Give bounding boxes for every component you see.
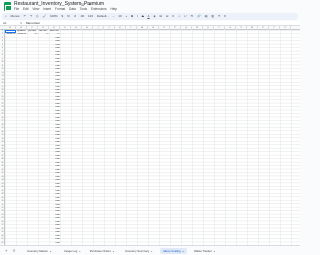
- toolbar: ⌕ Menus ↶ ↷ ⎙ 🖌 100% $ % .0 .00 123 Defa…: [2, 13, 298, 20]
- menu-file[interactable]: File: [14, 7, 19, 11]
- add-sheet-button[interactable]: +: [5, 248, 7, 253]
- selected-cell: [5, 30, 16, 34]
- align-icon[interactable]: ≡: [172, 14, 174, 18]
- move-icon[interactable]: ▭: [81, 1, 86, 6]
- print-icon[interactable]: ⎙: [36, 14, 38, 18]
- sheet-tabs-bar: + ≡ Inventory Master ▾ Usage Log ▾ Purchase …: [0, 245, 300, 255]
- tab-inventory-master[interactable]: Inventory Master ▾: [24, 248, 54, 254]
- zoom-select[interactable]: 100%: [50, 14, 58, 18]
- functions-icon[interactable]: Σ: [224, 14, 226, 18]
- tab-menu-chevron-down-icon[interactable]: ▾: [214, 251, 215, 253]
- italic-button[interactable]: I: [137, 14, 138, 18]
- currency-format-button[interactable]: $: [62, 14, 64, 18]
- comment-icon[interactable]: ▤: [205, 14, 208, 18]
- tab-waste-tracker[interactable]: Waste Tracker ▾: [191, 248, 218, 254]
- table-cell[interactable]: 12: [39, 33, 48, 36]
- tab-menu-chevron-down-icon[interactable]: ▾: [79, 251, 80, 253]
- title-icons: ☆ ▭ ☁: [74, 1, 93, 6]
- star-icon[interactable]: ☆: [74, 1, 79, 6]
- borders-icon[interactable]: ⊞: [159, 14, 162, 18]
- chart-icon[interactable]: ▥: [211, 14, 214, 18]
- valign-icon[interactable]: ⊥: [178, 14, 181, 18]
- font-select[interactable]: Default...: [97, 14, 109, 18]
- strikethrough-button[interactable]: S: [142, 14, 144, 18]
- bold-button[interactable]: B: [131, 14, 133, 18]
- paint-format-icon[interactable]: 🖌: [42, 14, 46, 18]
- filter-icon[interactable]: ⏷: [218, 14, 220, 18]
- menu-data[interactable]: Data: [69, 7, 76, 11]
- tab-inventory-summary[interactable]: Inventory Summary ▾: [122, 248, 155, 254]
- undo-icon[interactable]: ↶: [23, 14, 26, 18]
- increase-decimal-button[interactable]: .00: [80, 14, 84, 18]
- tab-menu-chevron-down-icon[interactable]: ▾: [151, 251, 152, 253]
- menu-tools[interactable]: Tools: [80, 7, 87, 11]
- decrease-decimal-button[interactable]: .0: [74, 14, 77, 18]
- table-cell[interactable]: 0.2: [28, 33, 38, 36]
- menus-button[interactable]: Menus: [11, 14, 20, 18]
- fill-color-icon[interactable]: ◈: [153, 14, 155, 18]
- all-sheets-button[interactable]: ≡: [13, 248, 15, 253]
- font-size-increase-button[interactable]: +: [125, 14, 127, 18]
- percent-format-button[interactable]: %: [67, 14, 70, 18]
- tab-purchase-orders[interactable]: Purchase Orders ▾: [87, 248, 117, 254]
- merge-cells-icon[interactable]: ⊟: [166, 14, 169, 18]
- menu-view[interactable]: View: [32, 7, 39, 11]
- more-formats-button[interactable]: 123: [88, 14, 93, 18]
- menu-edit[interactable]: Edit: [23, 7, 29, 11]
- search-icon[interactable]: ⌕: [5, 14, 7, 18]
- font-size-input[interactable]: 10: [118, 14, 121, 18]
- cells-area[interactable]: Menu Item Ingredient Qty Used Unit Cost Tota…: [5, 30, 300, 245]
- tab-menu-chevron-down-icon[interactable]: ▾: [113, 251, 114, 253]
- menu-insert[interactable]: Insert: [43, 7, 51, 11]
- menu-help[interactable]: Help: [110, 7, 117, 11]
- title-bar: Restaurant_Inventory_System_Premium ☆ ▭ …: [0, 0, 300, 13]
- cloud-status-icon[interactable]: ☁: [88, 1, 93, 6]
- link-icon[interactable]: 🔗: [197, 14, 201, 18]
- redo-icon[interactable]: ↷: [30, 14, 33, 18]
- wrap-icon[interactable]: ↵: [184, 14, 187, 18]
- table-cell[interactable]: Chicken br: [17, 33, 27, 36]
- sheets-logo-icon[interactable]: [4, 2, 12, 11]
- text-color-button[interactable]: A: [147, 14, 149, 18]
- menu-bar: File Edit View Insert Format Data Tools …: [14, 7, 120, 11]
- tab-menu-chevron-down-icon[interactable]: ▾: [50, 251, 51, 253]
- tab-usage-log[interactable]: Usage Log ▾: [61, 248, 84, 254]
- tab-menu-costing[interactable]: Menu Costing ▾: [160, 248, 187, 254]
- font-size-decrease-button[interactable]: −: [113, 14, 115, 18]
- rotate-icon[interactable]: ⟲: [191, 14, 194, 18]
- menu-format[interactable]: Format: [55, 7, 65, 11]
- table-cell[interactable]: Chicken St: [6, 33, 16, 36]
- menu-extensions[interactable]: Extensions: [91, 7, 107, 11]
- sheet-grid: ABCDEFGHIJKLMNOPQRSTUVWXYZ 1 2 3 4 5 6 7 8 9 10 11…: [0, 26, 300, 245]
- tab-menu-chevron-down-icon[interactable]: ▾: [183, 251, 184, 253]
